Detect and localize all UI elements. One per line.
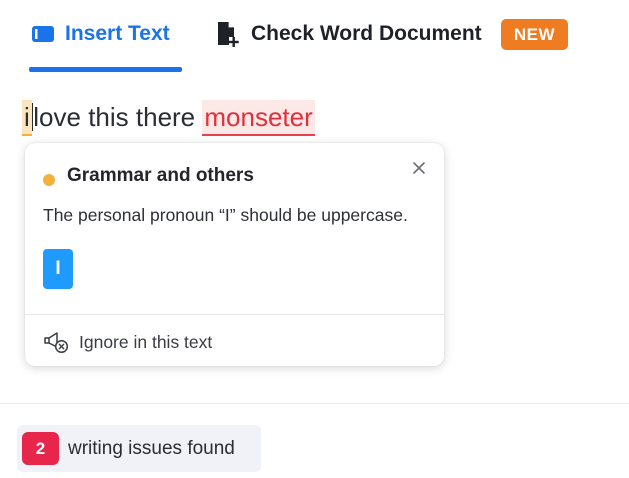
issues-label: writing issues found [68,437,235,459]
new-badge: NEW [501,19,568,50]
tab-bar: Insert Text Check Word Document NEW [0,0,629,74]
keyboard-icon [31,24,55,44]
close-button[interactable] [408,157,430,179]
grammar-category-dot [43,174,55,186]
document-add-icon [215,20,239,48]
active-tab-indicator [29,67,182,72]
tab-insert-text-label: Insert Text [65,22,170,45]
suggestion-card: Grammar and others The personal pronoun … [25,143,444,366]
card-divider [25,314,444,315]
spelling-error-token[interactable]: monseter [202,100,315,136]
issue-count-badge: 2 [22,432,59,465]
issues-summary[interactable]: 2 writing issues found [17,425,261,472]
grammar-error-token[interactable]: i [22,100,32,136]
text-editor[interactable]: i love this there monseter [22,97,622,137]
megaphone-off-icon [43,330,69,354]
close-icon [408,157,430,179]
text-token: love this there [33,102,196,132]
suggestion-category: Grammar and others [67,165,254,186]
apply-suggestion-button[interactable]: I [43,249,73,289]
status-divider [0,403,629,404]
suggestion-message: The personal pronoun “I” should be upper… [43,205,408,225]
ignore-label: Ignore in this text [79,331,213,352]
tab-check-word-document-label: Check Word Document [251,22,482,45]
ignore-in-text-button[interactable]: Ignore in this text [43,329,212,355]
tab-insert-text[interactable]: Insert Text [31,14,170,54]
tab-check-word-document[interactable]: Check Word Document [215,14,482,54]
